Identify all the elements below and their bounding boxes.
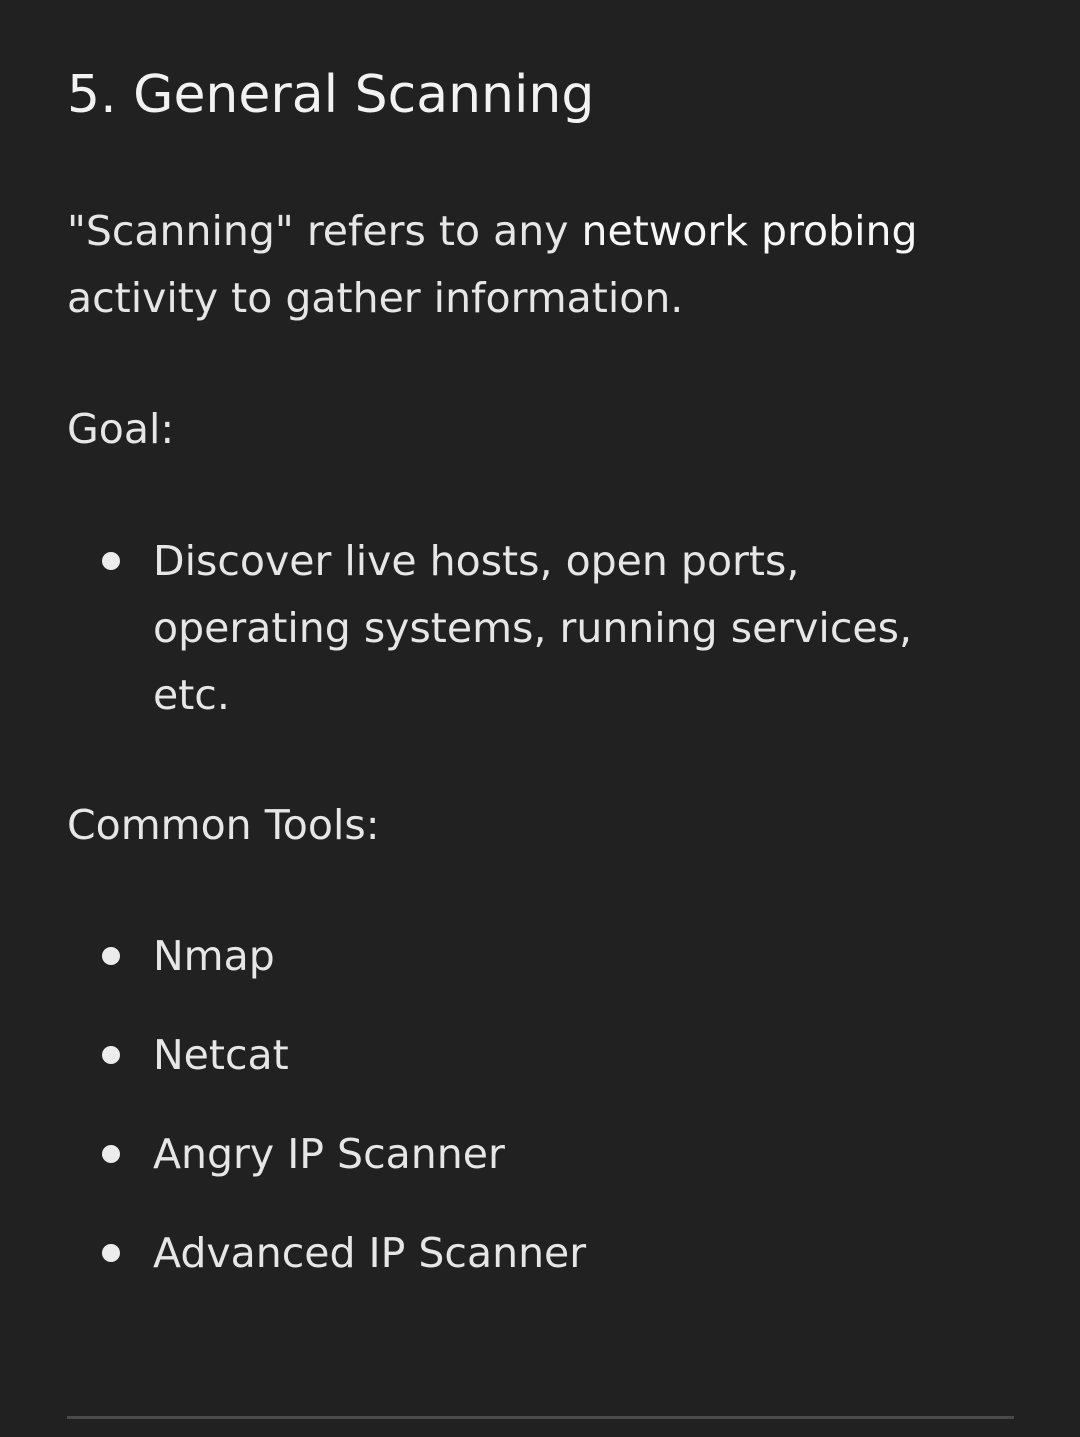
list-item-text: Angry IP Scanner [153,1130,505,1178]
bullet-icon [102,1046,120,1064]
intro-paragraph: "Scanning" refers to any network probing… [67,198,997,332]
list-item-text: Discover live hosts, open ports, operati… [153,537,912,719]
intro-emphasis: network probing [581,207,918,255]
list-item: Angry IP Scanner [67,1121,997,1188]
list-item: Netcat [67,1022,997,1089]
list-item: Nmap [67,923,997,990]
bullet-icon [102,947,120,965]
list-item: Advanced IP Scanner [67,1220,997,1287]
intro-text-after: activity to gather information. [67,274,684,322]
tools-label: Common Tools: [67,801,380,849]
list-item-text: Nmap [153,932,275,980]
goal-list: Discover live hosts, open ports, operati… [67,528,997,729]
list-item: Discover live hosts, open ports, operati… [67,528,997,729]
bullet-icon [102,1145,120,1163]
section-heading: 5. General Scanning [67,65,595,125]
bullet-icon [102,552,120,570]
tools-list: Nmap Netcat Angry IP Scanner Advanced IP… [67,923,997,1319]
intro-text-before: "Scanning" refers to any [67,207,582,255]
section-divider [67,1416,1014,1419]
list-item-text: Netcat [153,1031,289,1079]
goal-label: Goal: [67,405,175,453]
list-item-text: Advanced IP Scanner [153,1229,587,1277]
bullet-icon [102,1244,120,1262]
